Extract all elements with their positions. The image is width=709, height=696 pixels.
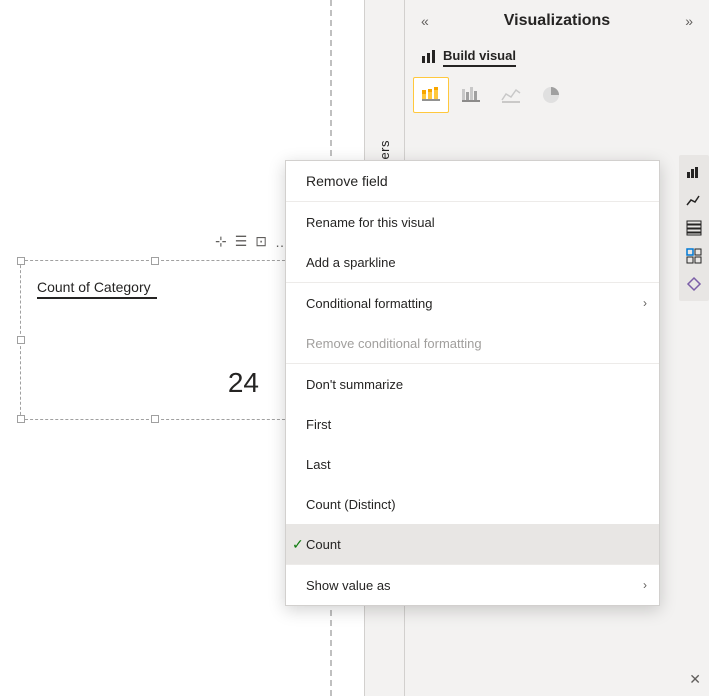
build-visual-icon [421, 48, 437, 67]
menu-item-show-value-as[interactable]: Show value as › [286, 565, 659, 605]
conditional-fmt-arrow: › [643, 296, 647, 310]
resize-handle-tm[interactable] [151, 257, 159, 265]
viz-pie-chart-btn[interactable] [533, 77, 569, 113]
menu-item-remove-field-label: Remove field [306, 173, 388, 189]
filter-icon[interactable]: ☰ [235, 233, 248, 250]
visual-underline [37, 297, 157, 299]
menu-item-first[interactable]: First [286, 404, 659, 444]
pin-icon[interactable]: ⊹ [215, 233, 227, 250]
sidebar-bar-icon[interactable] [681, 159, 707, 185]
sidebar-table-icon[interactable] [681, 215, 707, 241]
build-visual-tab[interactable]: Build visual [405, 42, 709, 77]
viz-panel-title: Visualizations [504, 12, 610, 30]
menu-item-remove-conditional-label: Remove conditional formatting [306, 336, 482, 351]
right-sidebar-icons [679, 155, 709, 301]
menu-item-count[interactable]: ✓ Count [286, 524, 659, 564]
visual-value: 24 [228, 367, 259, 399]
menu-item-remove-conditional: Remove conditional formatting [286, 323, 659, 363]
viz-expand-right[interactable]: » [685, 13, 693, 29]
visual-card-toolbar: ⊹ ☰ ⊡ … [215, 233, 289, 250]
visual-title: Count of Category [37, 279, 151, 295]
viz-panel-header: « Visualizations » [405, 0, 709, 42]
viz-collapse-left[interactable]: « [421, 13, 429, 29]
viz-stacked-bar-btn[interactable] [413, 77, 449, 113]
menu-item-show-value-as-label: Show value as [306, 578, 391, 593]
sidebar-line-icon[interactable] [681, 187, 707, 213]
resize-handle-bm[interactable] [151, 415, 159, 423]
menu-item-remove-field[interactable]: Remove field [286, 161, 659, 202]
menu-item-last-label: Last [306, 457, 331, 472]
menu-item-first-label: First [306, 417, 331, 432]
menu-item-count-label: Count [306, 537, 341, 552]
menu-item-conditional-fmt[interactable]: Conditional formatting › [286, 283, 659, 323]
visual-card[interactable]: ⊹ ☰ ⊡ … Count of Category 24 [20, 260, 290, 420]
menu-item-conditional-fmt-label: Conditional formatting [306, 296, 432, 311]
sidebar-diamond-icon[interactable] [681, 271, 707, 297]
menu-item-count-distinct-label: Count (Distinct) [306, 497, 396, 512]
menu-item-dont-summarize-label: Don't summarize [306, 377, 403, 392]
viz-clustered-bar-btn[interactable] [453, 77, 489, 113]
menu-item-last[interactable]: Last [286, 444, 659, 484]
count-check-icon: ✓ [292, 536, 304, 553]
build-visual-label: Build visual [443, 48, 516, 67]
resize-handle-ml[interactable] [17, 336, 25, 344]
sidebar-matrix-icon[interactable] [681, 243, 707, 269]
viz-icons-row [405, 77, 709, 121]
viz-line-chart-btn[interactable] [493, 77, 529, 113]
resize-handle-tl[interactable] [17, 257, 25, 265]
menu-item-sparkline-label: Add a sparkline [306, 255, 396, 270]
context-menu: Remove field Rename for this visual Add … [285, 160, 660, 606]
menu-item-rename-label: Rename for this visual [306, 215, 435, 230]
panel-close-button[interactable]: ✕ [689, 671, 701, 688]
show-value-as-arrow: › [643, 578, 647, 592]
menu-item-count-distinct[interactable]: Count (Distinct) [286, 484, 659, 524]
menu-item-dont-summarize[interactable]: Don't summarize [286, 364, 659, 404]
menu-item-rename[interactable]: Rename for this visual [286, 202, 659, 242]
expand-icon[interactable]: ⊡ [255, 233, 267, 250]
resize-handle-bl[interactable] [17, 415, 25, 423]
menu-item-sparkline[interactable]: Add a sparkline [286, 242, 659, 282]
